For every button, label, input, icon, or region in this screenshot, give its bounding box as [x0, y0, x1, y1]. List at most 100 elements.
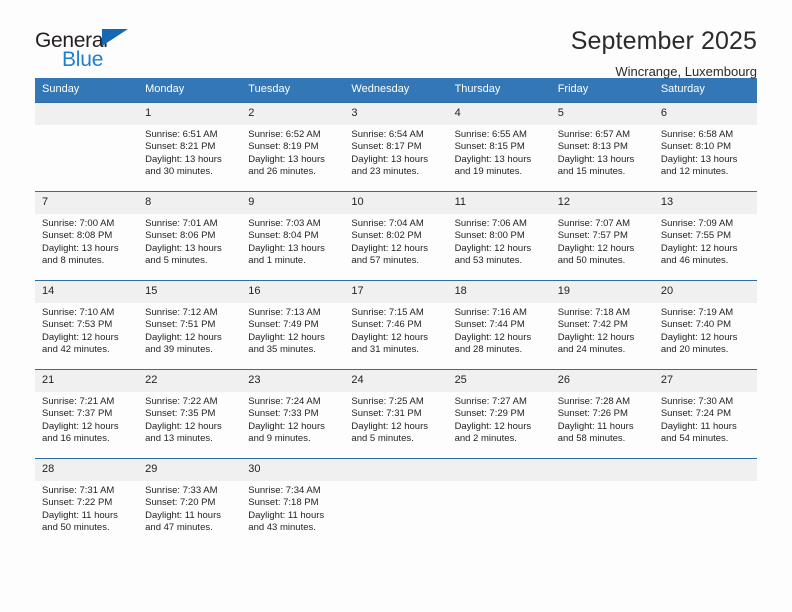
day-number: 1 — [138, 103, 242, 125]
day-details: Sunrise: 6:51 AM Sunset: 8:21 PM Dayligh… — [138, 125, 241, 179]
day-cell[interactable]: 28 Sunrise: 7:31 AM Sunset: 7:22 PM Dayl… — [35, 459, 139, 547]
day-cell[interactable]: 16 Sunrise: 7:13 AM Sunset: 7:49 PM Dayl… — [241, 281, 345, 369]
day-cell[interactable]: 2 Sunrise: 6:52 AM Sunset: 8:19 PM Dayli… — [241, 103, 345, 191]
day-number: 23 — [241, 370, 345, 392]
generalblue-logo[interactable]: General Blue — [35, 26, 185, 70]
day-number: 25 — [447, 370, 551, 392]
day-details: Sunrise: 7:27 AM Sunset: 7:29 PM Dayligh… — [448, 392, 551, 446]
sunrise-text: Sunrise: 7:33 AM — [145, 485, 218, 496]
day-cell[interactable] — [550, 459, 654, 547]
day-cell[interactable]: 5 Sunrise: 6:57 AM Sunset: 8:13 PM Dayli… — [550, 103, 654, 191]
sunrise-text: Sunrise: 7:19 AM — [660, 307, 734, 318]
day-details: Sunrise: 7:01 AM Sunset: 8:06 PM Dayligh… — [138, 214, 241, 268]
day-cell[interactable]: 20 Sunrise: 7:19 AM Sunset: 7:40 PM Dayl… — [653, 281, 757, 369]
day-details: Sunrise: 7:30 AM Sunset: 7:24 PM Dayligh… — [654, 392, 757, 446]
day-number: 28 — [35, 459, 139, 481]
day-cell[interactable]: 21 Sunrise: 7:21 AM Sunset: 7:37 PM Dayl… — [35, 370, 139, 458]
day-cell[interactable]: 4 Sunrise: 6:55 AM Sunset: 8:15 PM Dayli… — [447, 103, 551, 191]
day-number: 7 — [35, 192, 139, 214]
daylight-text-line2: and 30 minutes. — [145, 166, 213, 178]
logo-triangle-icon — [102, 29, 128, 46]
day-number: 9 — [241, 192, 345, 214]
day-number: 21 — [35, 370, 139, 392]
sunset-text: Sunset: 8:13 PM — [557, 141, 628, 153]
daylight-text-line2: and 16 minutes. — [42, 433, 110, 445]
day-cell[interactable]: 13 Sunrise: 7:09 AM Sunset: 7:55 PM Dayl… — [653, 192, 757, 280]
day-cell[interactable]: 27 Sunrise: 7:30 AM Sunset: 7:24 PM Dayl… — [653, 370, 757, 458]
day-details: Sunrise: 6:54 AM Sunset: 8:17 PM Dayligh… — [344, 125, 447, 179]
day-cell[interactable]: 19 Sunrise: 7:18 AM Sunset: 7:42 PM Dayl… — [550, 281, 654, 369]
day-cell[interactable]: 18 Sunrise: 7:16 AM Sunset: 7:44 PM Dayl… — [447, 281, 551, 369]
day-details: Sunrise: 7:04 AM Sunset: 8:02 PM Dayligh… — [344, 214, 447, 268]
sunset-text: Sunset: 7:51 PM — [145, 319, 216, 331]
daylight-text-line1: Daylight: 12 hours — [351, 420, 428, 432]
day-cell[interactable]: 25 Sunrise: 7:27 AM Sunset: 7:29 PM Dayl… — [447, 370, 551, 458]
daylight-text-line1: Daylight: 12 hours — [145, 331, 222, 343]
sunset-text: Sunset: 7:29 PM — [454, 408, 525, 420]
day-number: 4 — [447, 103, 551, 125]
daylight-text-line1: Daylight: 12 hours — [145, 420, 222, 432]
sunrise-text: Sunrise: 7:06 AM — [454, 218, 527, 229]
day-cell[interactable]: 3 Sunrise: 6:54 AM Sunset: 8:17 PM Dayli… — [344, 103, 448, 191]
day-cell[interactable]: 30 Sunrise: 7:34 AM Sunset: 7:18 PM Dayl… — [241, 459, 345, 547]
daylight-text-line1: Daylight: 13 hours — [42, 242, 119, 254]
daylight-text-line2: and 54 minutes. — [660, 433, 729, 445]
daylight-text-line2: and 23 minutes. — [351, 166, 420, 178]
day-details: Sunrise: 7:16 AM Sunset: 7:44 PM Dayligh… — [448, 303, 551, 357]
daylight-text-line1: Daylight: 12 hours — [557, 331, 635, 343]
sunset-text: Sunset: 8:10 PM — [660, 141, 732, 153]
day-cell[interactable]: 29 Sunrise: 7:33 AM Sunset: 7:20 PM Dayl… — [138, 459, 242, 547]
day-cell[interactable]: 8 Sunrise: 7:01 AM Sunset: 8:06 PM Dayli… — [138, 192, 242, 280]
day-cell[interactable]: 17 Sunrise: 7:15 AM Sunset: 7:46 PM Dayl… — [344, 281, 448, 369]
daylight-text-line2: and 57 minutes. — [351, 255, 420, 267]
daylight-text-line1: Daylight: 11 hours — [557, 420, 634, 432]
dow-monday: Monday — [145, 83, 185, 95]
sunrise-text: Sunrise: 7:34 AM — [248, 485, 321, 496]
day-cell[interactable]: 10 Sunrise: 7:04 AM Sunset: 8:02 PM Dayl… — [344, 192, 448, 280]
day-cell[interactable]: 24 Sunrise: 7:25 AM Sunset: 7:31 PM Dayl… — [344, 370, 448, 458]
dow-thursday: Thursday — [454, 83, 501, 95]
calendar-page: General Blue September 2025 Wincrange, L… — [0, 0, 792, 612]
day-details: Sunrise: 7:34 AM Sunset: 7:18 PM Dayligh… — [241, 481, 344, 535]
day-number: 14 — [35, 281, 139, 303]
daylight-text-line2: and 28 minutes. — [454, 344, 523, 356]
day-number — [344, 459, 448, 481]
day-details: Sunrise: 7:22 AM Sunset: 7:35 PM Dayligh… — [138, 392, 241, 446]
day-cell[interactable]: 11 Sunrise: 7:06 AM Sunset: 8:00 PM Dayl… — [447, 192, 551, 280]
daylight-text-line1: Daylight: 11 hours — [248, 509, 325, 521]
day-cell[interactable]: 14 Sunrise: 7:10 AM Sunset: 7:53 PM Dayl… — [35, 281, 139, 369]
sunrise-text: Sunrise: 6:54 AM — [351, 129, 424, 140]
daylight-text-line1: Daylight: 11 hours — [42, 509, 118, 521]
day-cell[interactable] — [35, 103, 139, 191]
sunrise-text: Sunrise: 7:25 AM — [351, 396, 424, 407]
day-details: Sunrise: 7:06 AM Sunset: 8:00 PM Dayligh… — [448, 214, 551, 268]
day-cell[interactable] — [344, 459, 448, 547]
day-details: Sunrise: 6:55 AM Sunset: 8:15 PM Dayligh… — [448, 125, 551, 179]
day-cell[interactable]: 9 Sunrise: 7:03 AM Sunset: 8:04 PM Dayli… — [241, 192, 345, 280]
day-number — [447, 459, 551, 481]
sunset-text: Sunset: 7:24 PM — [660, 408, 732, 420]
daylight-text-line1: Daylight: 12 hours — [454, 331, 532, 343]
daylight-text-line2: and 2 minutes. — [454, 433, 517, 445]
daylight-text-line2: and 12 minutes. — [660, 166, 729, 178]
sunset-text: Sunset: 7:46 PM — [351, 319, 422, 331]
day-cell[interactable]: 12 Sunrise: 7:07 AM Sunset: 7:57 PM Dayl… — [550, 192, 654, 280]
day-cell[interactable]: 22 Sunrise: 7:22 AM Sunset: 7:35 PM Dayl… — [138, 370, 242, 458]
day-cell[interactable]: 6 Sunrise: 6:58 AM Sunset: 8:10 PM Dayli… — [653, 103, 757, 191]
daylight-text-line2: and 39 minutes. — [145, 344, 213, 356]
day-cell[interactable]: 26 Sunrise: 7:28 AM Sunset: 7:26 PM Dayl… — [550, 370, 654, 458]
day-cell[interactable]: 1 Sunrise: 6:51 AM Sunset: 8:21 PM Dayli… — [138, 103, 242, 191]
day-cell[interactable] — [447, 459, 551, 547]
sunset-text: Sunset: 7:18 PM — [248, 497, 319, 509]
sunrise-text: Sunrise: 7:31 AM — [42, 485, 115, 496]
sunset-text: Sunset: 7:55 PM — [660, 230, 732, 242]
daylight-text-line2: and 47 minutes. — [145, 522, 213, 534]
day-cell[interactable] — [653, 459, 757, 547]
day-cell[interactable]: 7 Sunrise: 7:00 AM Sunset: 8:08 PM Dayli… — [35, 192, 139, 280]
day-details: Sunrise: 7:03 AM Sunset: 8:04 PM Dayligh… — [241, 214, 344, 268]
day-cell[interactable]: 23 Sunrise: 7:24 AM Sunset: 7:33 PM Dayl… — [241, 370, 345, 458]
dow-wednesday: Wednesday — [351, 83, 410, 95]
daylight-text-line2: and 26 minutes. — [248, 166, 316, 178]
daylight-text-line1: Daylight: 11 hours — [660, 420, 737, 432]
day-cell[interactable]: 15 Sunrise: 7:12 AM Sunset: 7:51 PM Dayl… — [138, 281, 242, 369]
